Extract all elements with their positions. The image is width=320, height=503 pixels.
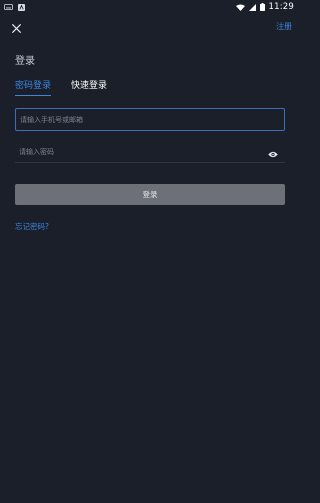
password-field bbox=[15, 142, 285, 163]
register-link[interactable]: 注册 bbox=[276, 21, 292, 32]
status-bar-right: 11:29 bbox=[235, 2, 295, 12]
wifi-icon bbox=[235, 4, 245, 11]
tab-quick-login[interactable]: 快速登录 bbox=[71, 78, 107, 96]
keyboard-icon bbox=[4, 4, 13, 10]
close-button[interactable] bbox=[9, 20, 23, 34]
status-bar: 11:29 bbox=[0, 0, 300, 14]
app-notification-icon bbox=[18, 3, 25, 11]
password-visibility-toggle[interactable] bbox=[267, 147, 279, 157]
battery-icon bbox=[259, 3, 265, 11]
login-tabs: 密码登录 快速登录 bbox=[15, 78, 107, 96]
close-icon bbox=[11, 18, 21, 37]
page-title: 登录 bbox=[15, 56, 35, 67]
status-time: 11:29 bbox=[268, 2, 294, 12]
phone-email-field bbox=[15, 108, 285, 131]
password-input[interactable] bbox=[19, 148, 259, 156]
top-bar: 注册 bbox=[0, 16, 300, 40]
cell-signal-icon bbox=[248, 3, 256, 11]
tab-password-login[interactable]: 密码登录 bbox=[15, 78, 52, 96]
forgot-password-link[interactable]: 忘记密码? bbox=[15, 221, 49, 232]
login-button[interactable]: 登录 bbox=[15, 184, 285, 205]
eye-icon bbox=[268, 143, 278, 162]
phone-email-input[interactable] bbox=[20, 115, 260, 124]
status-bar-left bbox=[4, 3, 25, 11]
